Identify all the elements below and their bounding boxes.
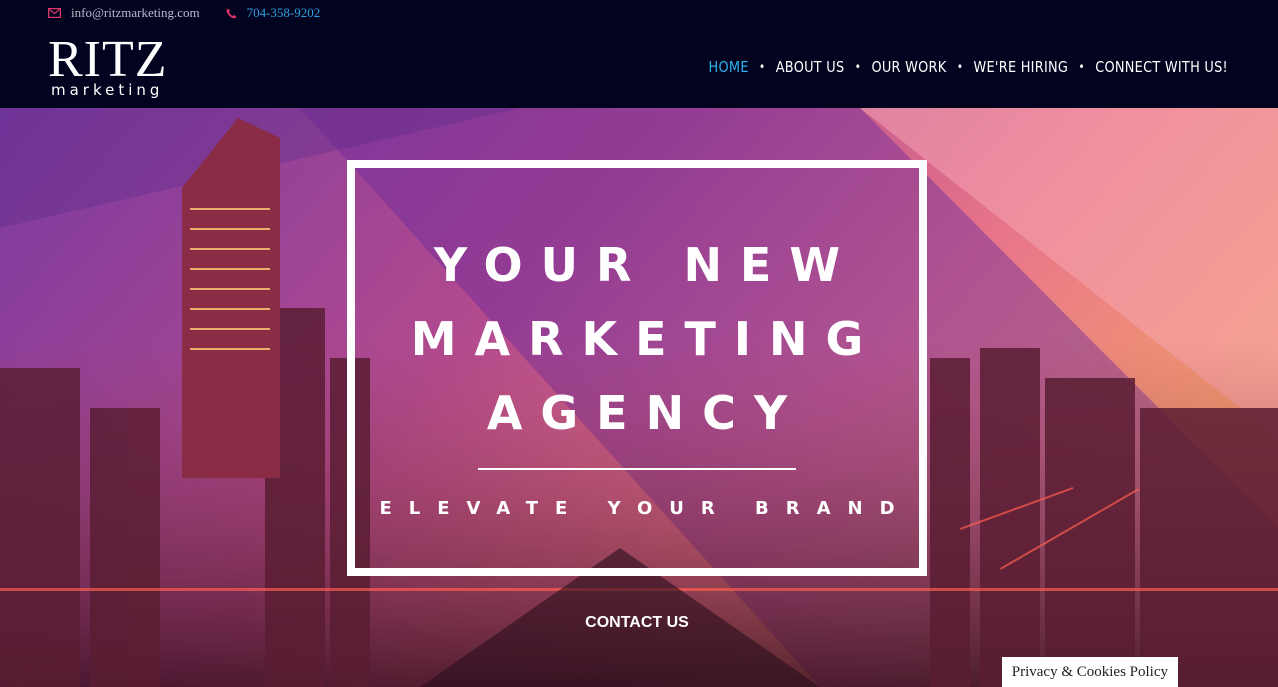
nav-item-connect[interactable]: CONNECT WITH US!: [1095, 58, 1228, 76]
email-link[interactable]: info@ritzmarketing.com: [48, 5, 200, 21]
nav-separator: •: [759, 60, 766, 74]
hero-tagline: ELEVATE YOUR BRAND: [379, 498, 912, 519]
site-header: info@ritzmarketing.com 704-358-9202 RITZ…: [0, 0, 1278, 108]
envelope-icon: [48, 8, 61, 18]
site-logo[interactable]: RITZ marketing: [48, 31, 178, 100]
headline-line: YOUR NEW: [433, 238, 859, 292]
email-text[interactable]: info@ritzmarketing.com: [71, 5, 200, 21]
hero-banner: YOUR NEW MARKETING AGENCY ELEVATE YOUR B…: [0, 108, 1278, 687]
nav-item-home[interactable]: HOME: [709, 58, 749, 76]
headline-frame: YOUR NEW MARKETING AGENCY ELEVATE YOUR B…: [347, 160, 927, 576]
nav-separator: •: [1078, 60, 1085, 74]
logo-subtitle: marketing: [51, 81, 164, 99]
nav-item-our-work[interactable]: OUR WORK: [871, 58, 946, 76]
headline-line: MARKETING: [410, 312, 882, 366]
phone-icon: [226, 8, 237, 19]
nav-separator: •: [956, 60, 964, 74]
phone-text[interactable]: 704-358-9202: [247, 5, 321, 21]
contact-us-button[interactable]: CONTACT US: [570, 614, 704, 632]
phone-link[interactable]: 704-358-9202: [226, 5, 321, 21]
nav-item-about-us[interactable]: ABOUT US: [776, 58, 845, 76]
headline-divider: [478, 468, 796, 470]
headline-line: AGENCY: [486, 386, 806, 440]
nav-separator: •: [854, 60, 862, 74]
logo-wordmark: RITZ: [48, 31, 168, 88]
nav-item-were-hiring[interactable]: WE'RE HIRING: [974, 58, 1069, 76]
privacy-policy-button[interactable]: Privacy & Cookies Policy: [1001, 657, 1178, 687]
main-nav: HOME • ABOUT US • OUR WORK • WE'RE HIRIN…: [709, 58, 1228, 76]
contact-row: info@ritzmarketing.com 704-358-9202: [48, 5, 346, 21]
hero-headline: YOUR NEW MARKETING AGENCY: [355, 228, 919, 450]
